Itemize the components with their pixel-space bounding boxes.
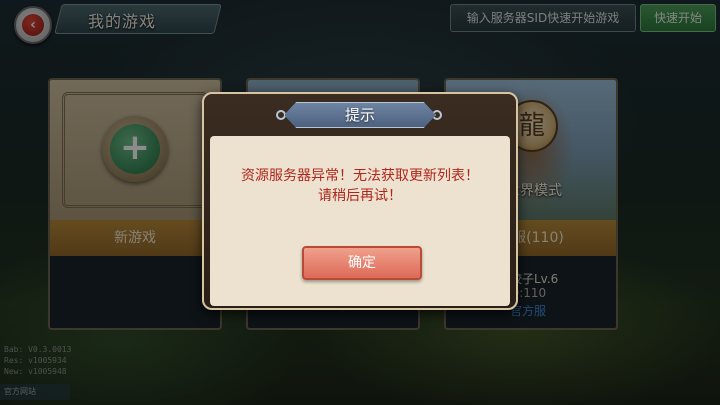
dialog-message-line: 资源服务器异常！无法获取更新列表！ bbox=[241, 168, 479, 184]
dialog-title: 提示 bbox=[344, 106, 375, 124]
confirm-button[interactable]: 确定 bbox=[302, 246, 422, 280]
dialog-body bbox=[210, 136, 510, 306]
alert-dialog: 提示 资源服务器异常！无法获取更新列表！ 请稍后再试！ 确定 bbox=[202, 92, 518, 310]
dialog-message: 资源服务器异常！无法获取更新列表！ 请稍后再试！ bbox=[210, 166, 510, 206]
dialog-message-line: 请稍后再试！ bbox=[318, 188, 402, 204]
